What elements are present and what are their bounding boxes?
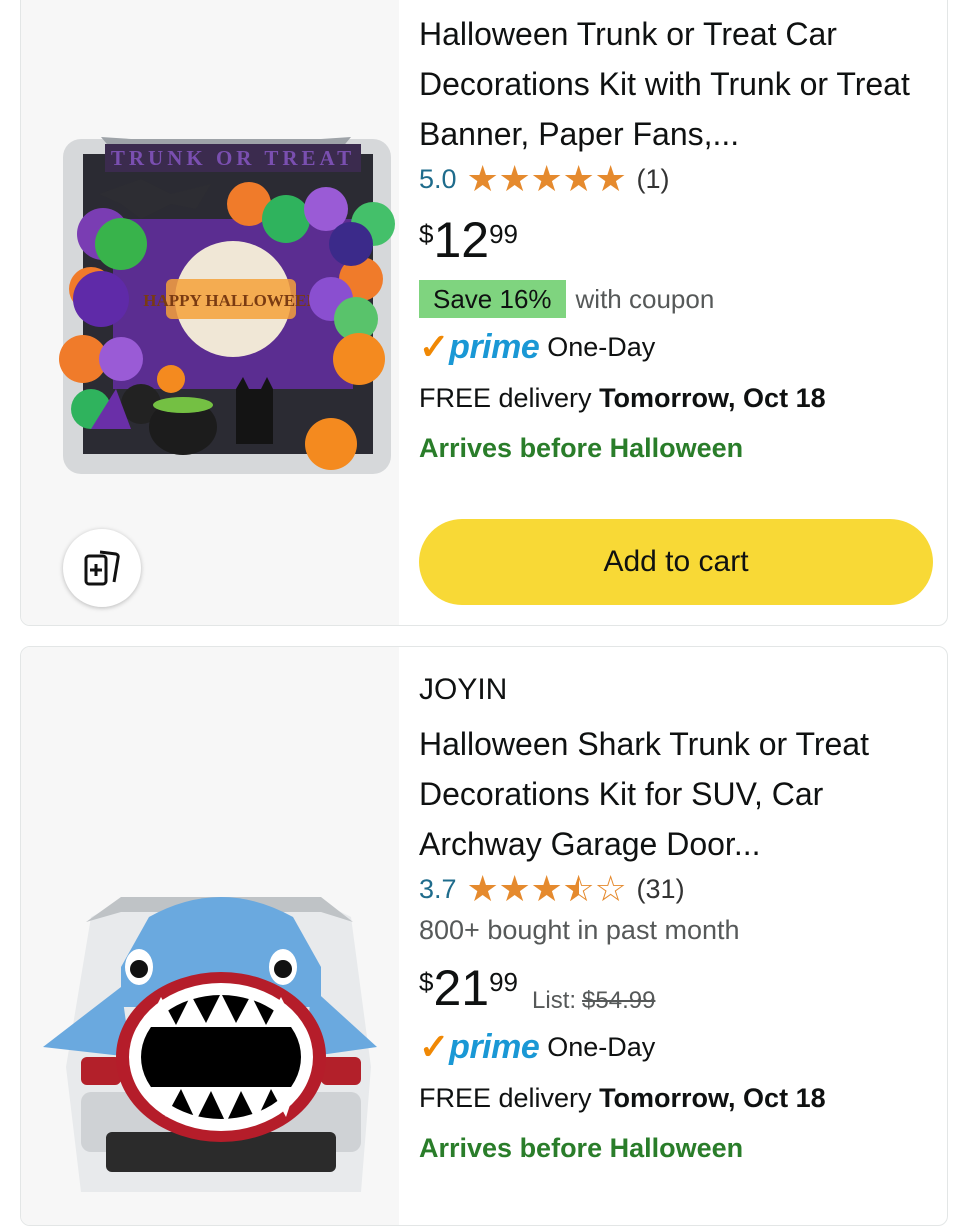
product-image-pane[interactable]: TRUNK OR TREAT HAPPY HALLOWEEN <box>21 0 399 625</box>
star-rating[interactable]: ★ ★ ★ ★ ★ <box>467 161 627 197</box>
price-whole: 12 <box>433 212 490 268</box>
bought-count: 800+ bought in past month <box>419 915 740 945</box>
price-fraction: 99 <box>489 967 519 997</box>
prime-speed: One-Day <box>547 1031 656 1062</box>
product-title[interactable]: Halloween Shark Trunk or Treat Decoratio… <box>419 719 933 869</box>
star-icon: ★ <box>498 868 531 909</box>
star-icon: ★ <box>530 158 563 199</box>
arrives-note: Arrives before Halloween <box>419 433 744 463</box>
star-icon: ★ <box>530 868 563 909</box>
product-card[interactable]: JOYIN Halloween Shark Trunk or Treat Dec… <box>20 646 948 1226</box>
sign-text: HAPPY HALLOWEEN <box>143 291 319 310</box>
prime-logo: prime <box>449 327 540 366</box>
prime-speed: One-Day <box>547 331 656 362</box>
add-to-compare-button[interactable] <box>63 529 141 607</box>
coupon-badge: Save 16% <box>419 280 566 318</box>
product-image <box>43 897 377 1192</box>
product-info: JOYIN Halloween Shark Trunk or Treat Dec… <box>419 671 933 1173</box>
rating-row[interactable]: 3.7 ★★★★☆☆ (31) <box>419 867 933 911</box>
compare-icon <box>84 550 120 586</box>
list-price-label: List: <box>532 987 577 1014</box>
product-brand: JOYIN <box>419 673 508 706</box>
star-icon: ★☆ <box>562 868 595 909</box>
product-image: TRUNK OR TREAT HAPPY HALLOWEEN <box>59 137 395 474</box>
prime-badge: ✓ prime One-Day <box>419 321 933 373</box>
price: $ 21 99 List: $54.99 <box>419 963 933 1021</box>
coupon-row: Save 16% with coupon <box>419 277 933 321</box>
product-title[interactable]: Halloween Trunk or Treat Car Decorations… <box>419 9 933 159</box>
banner-text: TRUNK OR TREAT <box>111 146 355 170</box>
prime-check-icon: ✓ <box>419 1026 450 1067</box>
price-symbol: $ <box>419 219 434 249</box>
product-card[interactable]: TRUNK OR TREAT HAPPY HALLOWEEN Halloween… <box>20 0 948 626</box>
review-count[interactable]: (1) <box>637 164 670 195</box>
star-icon: ★ <box>466 868 499 909</box>
delivery-info: FREE delivery Tomorrow, Oct 18 <box>419 373 933 423</box>
rating-row[interactable]: 5.0 ★ ★ ★ ★ ★ (1) <box>419 157 933 201</box>
price-whole: 21 <box>433 960 490 1016</box>
delivery-prefix: FREE delivery <box>419 383 592 413</box>
arrives-note: Arrives before Halloween <box>419 1133 744 1163</box>
list-price-value: $54.99 <box>582 987 656 1014</box>
delivery-info: FREE delivery Tomorrow, Oct 18 <box>419 1073 933 1123</box>
star-rating[interactable]: ★★★★☆☆ <box>467 871 627 907</box>
rating-value[interactable]: 3.7 <box>419 874 457 905</box>
star-icon: ★ <box>498 158 531 199</box>
price: $ 12 99 <box>419 215 933 273</box>
star-icon: ★ <box>466 158 499 199</box>
prime-check-icon: ✓ <box>419 326 450 367</box>
rating-value[interactable]: 5.0 <box>419 164 457 195</box>
delivery-date: Tomorrow, Oct 18 <box>599 1083 826 1113</box>
star-icon: ★ <box>594 158 627 199</box>
prime-badge: ✓ prime One-Day <box>419 1021 933 1073</box>
product-info: Halloween Trunk or Treat Car Decorations… <box>419 9 933 473</box>
star-icon: ★ <box>562 158 595 199</box>
review-count[interactable]: (31) <box>637 874 685 905</box>
product-image-pane[interactable] <box>21 647 399 1225</box>
coupon-text: with coupon <box>575 283 715 314</box>
add-to-cart-button[interactable]: Add to cart <box>419 519 933 605</box>
star-icon: ☆ <box>594 868 627 909</box>
price-symbol: $ <box>419 967 434 997</box>
delivery-prefix: FREE delivery <box>419 1083 592 1113</box>
price-fraction: 99 <box>489 219 519 249</box>
prime-logo: prime <box>449 1027 540 1066</box>
delivery-date: Tomorrow, Oct 18 <box>599 383 826 413</box>
